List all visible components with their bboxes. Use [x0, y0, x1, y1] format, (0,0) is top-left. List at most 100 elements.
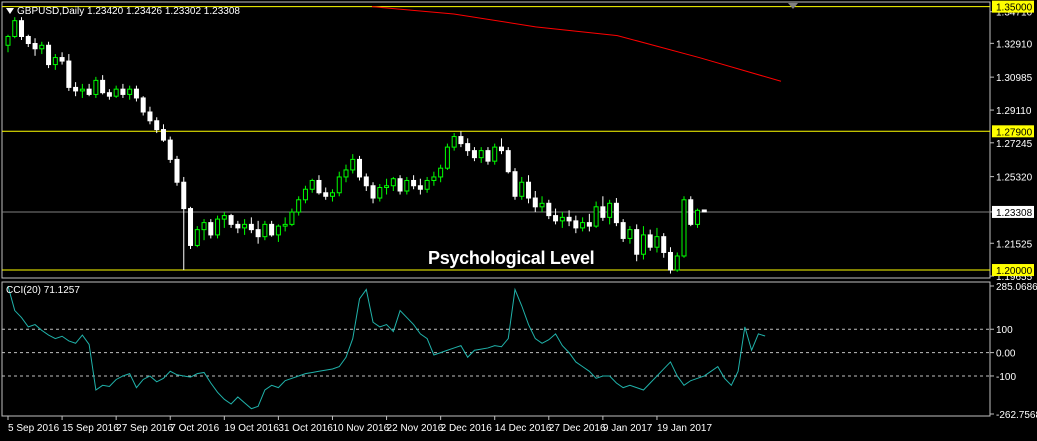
candle-body — [498, 146, 504, 152]
candle-body — [681, 199, 687, 257]
candle-body — [160, 129, 166, 141]
candle-body — [688, 199, 694, 225]
candle-body — [275, 225, 281, 236]
candle-body — [674, 255, 680, 271]
date-tick-label: 2 Dec 2016 — [441, 423, 493, 434]
candle-body — [248, 223, 254, 231]
cci-tick-label: 0.00 — [996, 349, 1016, 360]
candle-body — [46, 44, 52, 66]
symbol-header: GBPUSD,Daily 1.23420 1.23426 1.23302 1.2… — [6, 6, 240, 17]
candle-body — [539, 202, 545, 208]
candle-body — [194, 229, 200, 246]
candle-body — [471, 150, 477, 159]
cci-tick-label: 285.0686 — [996, 282, 1037, 293]
candle-body — [269, 223, 275, 236]
cci-tick-label: -262.7568 — [996, 410, 1037, 421]
candle-body — [221, 215, 227, 220]
candle-body — [546, 202, 552, 217]
candle-body — [613, 202, 619, 224]
candle-body — [343, 169, 349, 178]
candle-body — [431, 176, 437, 181]
cci-tick-label: -100 — [996, 372, 1016, 383]
psychological-level-annotation: Psychological Level — [428, 248, 595, 268]
candle-body — [323, 192, 329, 197]
candle-body — [350, 158, 356, 171]
candle-body — [478, 150, 484, 159]
candle-body — [309, 179, 315, 190]
current-price-tag-label: 1.23308 — [996, 208, 1033, 219]
candle-body — [147, 111, 153, 122]
candle-body — [377, 186, 383, 199]
candle-body — [458, 136, 464, 145]
cci-label: CCI(20) 71.1257 — [6, 285, 80, 296]
level-price-tag-label: 1.27900 — [996, 127, 1033, 138]
price-tick-label: 1.30985 — [996, 73, 1033, 84]
candle-body — [262, 223, 268, 238]
chart-canvas[interactable]: 1.347101.329101.309851.291101.272451.253… — [0, 0, 1037, 441]
candle-body — [106, 92, 112, 97]
price-tick-label: 1.27245 — [996, 139, 1033, 150]
candle-body — [100, 79, 106, 94]
candle-body — [654, 236, 660, 248]
candle-body — [215, 218, 221, 236]
candle-body — [93, 79, 99, 95]
candle-body — [86, 88, 92, 95]
date-tick-label: 15 Sep 2016 — [62, 423, 119, 434]
candle-body — [580, 222, 586, 229]
cci-pane-border — [1, 281, 991, 417]
candle-body — [208, 222, 214, 236]
chart-shift-marker-icon[interactable] — [788, 3, 798, 9]
candle-body — [140, 97, 146, 113]
cci-tick-label: 100 — [996, 325, 1013, 336]
candle-body — [627, 229, 633, 239]
date-tick-label: 27 Sep 2016 — [116, 423, 173, 434]
price-pane — [1, 1, 991, 279]
candle-body — [586, 222, 592, 227]
candle-body — [593, 206, 599, 227]
candle-body — [363, 176, 369, 187]
candle-body — [5, 35, 11, 46]
candle-body — [573, 220, 579, 229]
candle-body — [553, 215, 559, 222]
date-tick-label: 5 Sep 2016 — [8, 423, 60, 434]
candle-body — [235, 223, 241, 229]
date-tick-label: 19 Jan 2017 — [657, 423, 712, 434]
price-tick-label: 1.32910 — [996, 39, 1033, 50]
candle-body — [634, 229, 640, 255]
candle-body — [79, 88, 85, 92]
candle-body — [228, 215, 234, 225]
date-tick-label: 9 Jan 2017 — [603, 423, 653, 434]
candle-body — [181, 181, 187, 210]
candle-body — [620, 222, 626, 239]
candle-body — [188, 208, 194, 246]
candle-body — [390, 178, 396, 187]
candles — [5, 17, 707, 274]
date-tick-label: 27 Dec 2016 — [549, 423, 606, 434]
candle-body — [465, 143, 471, 152]
candle-body — [444, 146, 450, 169]
level-price-tag-label: 1.20000 — [996, 266, 1033, 277]
candle-body — [302, 188, 308, 201]
triangle-down-icon[interactable] — [6, 8, 14, 15]
date-tick-label: 7 Oct 2016 — [170, 423, 219, 434]
candle-body — [316, 179, 322, 194]
date-tick-label: 31 Oct 2016 — [278, 423, 333, 434]
candle-body — [39, 44, 45, 50]
candle-body — [127, 88, 133, 95]
cci-axis: 285.0686 100 0.00 -100 -262.7568 — [990, 282, 1037, 421]
date-tick-label: 19 Oct 2016 — [224, 423, 279, 434]
price-pane-border — [1, 1, 991, 279]
candle-body — [397, 178, 403, 192]
candle-body — [640, 234, 646, 255]
price-tick-label: 1.29110 — [996, 106, 1032, 117]
candle-body — [661, 236, 667, 253]
candle-body — [289, 211, 295, 225]
candle-body — [404, 179, 410, 192]
candle-body — [600, 206, 606, 218]
date-tick-label: 14 Dec 2016 — [495, 423, 552, 434]
candle-body — [32, 43, 38, 50]
candle-body — [667, 251, 673, 271]
candle-body — [519, 181, 525, 197]
candle-body — [167, 139, 173, 160]
candle-body — [25, 35, 31, 45]
